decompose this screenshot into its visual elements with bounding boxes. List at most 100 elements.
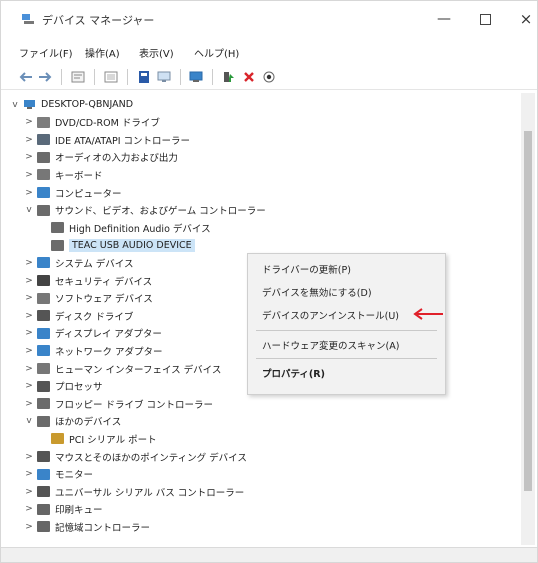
chevron-right-icon[interactable]: > [23,364,35,374]
vertical-scrollbar[interactable] [521,93,535,545]
floppy-controller-icon [37,398,50,410]
ctx-update-driver[interactable]: ドライバーの更新(P) [262,262,351,276]
maximize-button[interactable] [465,7,505,31]
update-driver-icon[interactable] [220,68,238,86]
other-devices-icon [37,415,50,427]
minimize-button[interactable]: — [424,7,464,31]
tree-item[interactable]: High Definition Audio デバイス [37,219,211,236]
ctx-properties[interactable]: プロパティ(R) [262,366,325,380]
tree-item[interactable]: > モニター [23,466,93,483]
back-arrow-icon[interactable] [17,68,35,86]
chevron-down-icon[interactable]: v [9,100,21,110]
tree-item[interactable]: > ディスプレイ アダプター [23,325,162,342]
tree-item[interactable]: v サウンド、ビデオ、およびゲーム コントローラー [23,202,266,219]
chevron-right-icon[interactable]: > [23,135,35,145]
chevron-right-icon[interactable]: > [23,346,35,356]
tree-item[interactable]: > ディスク ドライブ [23,307,133,324]
chevron-right-icon[interactable]: > [23,311,35,321]
chevron-right-icon[interactable]: > [23,258,35,268]
storage-controller-icon [37,521,50,533]
menu-action[interactable]: 操作(A) [85,45,120,60]
chevron-right-icon[interactable]: > [23,504,35,514]
tree-item[interactable]: PCI シリアル ポート [37,430,157,447]
computer-icon [24,100,35,109]
chevron-right-icon[interactable]: > [23,381,35,391]
tree-item[interactable]: > プロセッサ [23,378,103,395]
scrollbar-thumb[interactable] [524,131,532,491]
scan-icon[interactable] [260,68,278,86]
menu-view[interactable]: 表示(V) [139,45,174,60]
forward-arrow-icon[interactable] [36,68,54,86]
tree-item-label: オーディオの入力および出力 [55,153,178,165]
tree-item[interactable]: > ヒューマン インターフェイス デバイス [23,360,221,377]
hid-icon [37,363,50,374]
tree-item[interactable]: > ユニバーサル シリアル バス コントローラー [23,483,244,500]
ctx-uninstall-device[interactable]: デバイスのアンインストール(U) [262,308,399,322]
tree-item-label: 記憶域コントローラー [55,522,151,534]
tree-item[interactable]: > キーボード [23,166,103,183]
chevron-right-icon[interactable]: > [23,487,35,497]
monitor-icon [37,468,50,480]
chevron-right-icon[interactable]: > [23,399,35,409]
monitor-icon[interactable] [187,68,205,86]
delete-icon[interactable] [240,68,258,86]
menu-file[interactable]: ファイル(F) [19,45,73,60]
title-bar: デバイス マネージャー — × [1,1,537,37]
tree-item[interactable]: > セキュリティ デバイス [23,272,152,289]
tree-item-label: ネットワーク アダプター [55,346,163,358]
chevron-down-icon[interactable]: v [23,205,35,215]
tree-item-label: DVD/CD-ROM ドライブ [55,118,160,130]
tree-item[interactable]: > DVD/CD-ROM ドライブ [23,114,160,131]
chevron-right-icon[interactable]: > [23,328,35,338]
window-title: デバイス マネージャー [42,14,155,27]
close-button[interactable]: × [506,7,537,31]
chevron-right-icon[interactable]: > [23,452,35,462]
red-arrow-icon [413,308,443,320]
tree-item[interactable]: > ネットワーク アダプター [23,342,163,359]
chevron-right-icon[interactable]: > [23,276,35,286]
audio-device-icon [51,239,64,251]
tree-item-label: マウスとそのほかのポインティング デバイス [55,452,247,464]
tree-item-label: サウンド、ビデオ、およびゲーム コントローラー [55,206,266,218]
tree-root[interactable]: v DESKTOP-QBNJAND [9,96,133,113]
tree-item[interactable]: > ソフトウェア デバイス [23,290,153,307]
usb-controller-icon [37,486,50,498]
chevron-right-icon[interactable]: > [23,152,35,162]
tree-item[interactable]: > 記憶域コントローラー [23,518,150,535]
tree-item-label: ヒューマン インターフェイス デバイス [55,364,222,376]
tree-item[interactable]: > コンピューター [23,184,122,201]
chevron-right-icon[interactable]: > [23,188,35,198]
chevron-right-icon[interactable]: > [23,522,35,532]
mouse-icon [37,451,50,462]
computer-icon[interactable] [155,68,173,86]
tree-item-label: フロッピー ドライブ コントローラー [55,399,214,411]
tree-item-label: システム デバイス [55,258,134,270]
tree-item-selected[interactable]: TEAC USB AUDIO DEVICE [37,237,195,254]
sound-icon [37,204,50,216]
chevron-right-icon[interactable]: > [23,170,35,180]
properties-icon[interactable] [69,68,87,86]
tree-item[interactable]: > フロッピー ドライブ コントローラー [23,395,213,412]
device-manager-window: デバイス マネージャー — × ファイル(F) 操作(A) 表示(V) ヘルプ(… [0,0,538,563]
tree-item[interactable]: > IDE ATA/ATAPI コントローラー [23,131,190,148]
toolbar-separator [61,69,62,85]
tree-item[interactable]: > オーディオの入力および出力 [23,149,178,166]
chevron-down-icon[interactable]: v [23,416,35,426]
ctx-scan-hardware[interactable]: ハードウェア変更のスキャン(A) [262,338,399,352]
tree-view-icon[interactable] [102,68,120,86]
tree-item-label: キーボード [55,170,103,182]
chevron-right-icon[interactable]: > [23,117,35,127]
tree-item[interactable]: > マウスとそのほかのポインティング デバイス [23,448,247,465]
tree-item-label: コンピューター [55,188,122,200]
status-bar [1,547,537,562]
menu-help[interactable]: ヘルプ(H) [194,45,239,60]
tree-item[interactable]: > システム デバイス [23,254,133,271]
toolbar-separator [94,69,95,85]
chevron-right-icon[interactable]: > [23,469,35,479]
processor-icon [37,380,50,392]
tree-item[interactable]: > 印刷キュー [23,501,103,518]
help-icon[interactable] [135,68,153,86]
tree-item[interactable]: v ほかのデバイス [23,413,121,430]
ctx-disable-device[interactable]: デバイスを無効にする(D) [262,285,372,299]
chevron-right-icon[interactable]: > [23,293,35,303]
